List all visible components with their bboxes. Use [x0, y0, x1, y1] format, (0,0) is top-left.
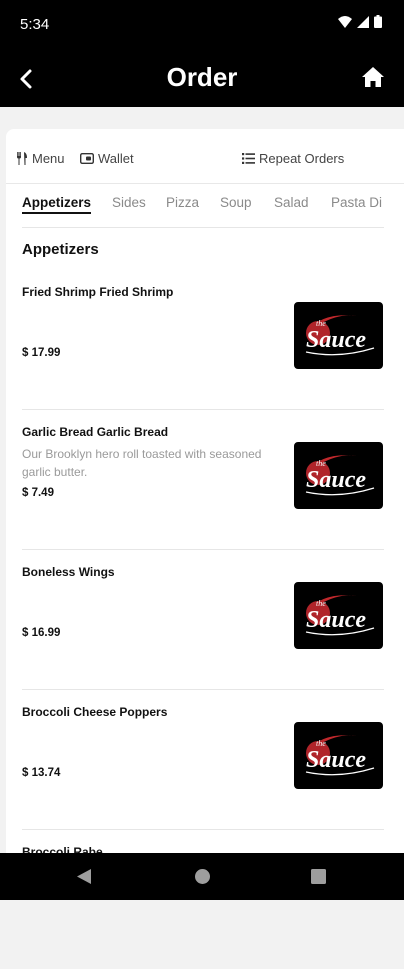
page-title: Order: [166, 62, 238, 92]
item-price: $ 16.99: [22, 627, 61, 639]
nav-recents-icon[interactable]: [311, 869, 326, 884]
logo-text: Sauce: [306, 747, 366, 773]
status-bar: 5:34: [0, 0, 404, 50]
item-price: $ 13.74: [22, 767, 61, 779]
sauce-logo: the Sauce: [305, 735, 375, 776]
menu-link-label: Menu: [32, 151, 65, 166]
menu-item[interactable]: Fried Shrimp Fried Shrimp $ 17.99 the Sa…: [22, 269, 384, 410]
repeat-orders-label: Repeat Orders: [259, 151, 345, 166]
tab-sides[interactable]: Sides: [112, 195, 146, 210]
item-name: Broccoli Cheese Poppers: [22, 705, 168, 719]
wallet-link-label: Wallet: [98, 151, 134, 166]
list-icon: [242, 153, 255, 164]
fork-knife-icon: [17, 152, 27, 165]
logo-text: Sauce: [306, 327, 366, 353]
tab-pasta[interactable]: Pasta Di: [331, 195, 382, 210]
tab-soup[interactable]: Soup: [220, 195, 252, 210]
quick-nav: Menu Wallet Repeat Orders: [6, 129, 404, 184]
item-description: Our Brooklyn hero roll toasted with seas…: [22, 447, 262, 479]
tabs-divider: [22, 227, 384, 228]
logo-text: Sauce: [306, 467, 366, 493]
content-area: Menu Wallet Repeat Orders Appetizers Sid…: [0, 107, 404, 859]
nav-back-icon[interactable]: [76, 868, 92, 885]
item-image: the Sauce: [294, 302, 383, 369]
nav-home-icon[interactable]: [194, 868, 211, 885]
menu-item[interactable]: Broccoli Cheese Poppers $ 13.74 the Sauc…: [22, 689, 384, 830]
repeat-orders-link[interactable]: Repeat Orders: [242, 151, 344, 166]
sauce-logo: the Sauce: [305, 455, 375, 496]
status-icons: [338, 15, 382, 28]
item-name: Fried Shrimp Fried Shrimp: [22, 285, 174, 299]
item-name: Garlic Bread Garlic Bread: [22, 425, 169, 439]
menu-link[interactable]: Menu: [16, 151, 65, 166]
item-image: the Sauce: [294, 442, 383, 509]
wallet-link[interactable]: Wallet: [80, 151, 134, 166]
tab-salad[interactable]: Salad: [274, 195, 309, 210]
item-price: $ 7.49: [22, 487, 54, 499]
tab-appetizers[interactable]: Appetizers: [22, 195, 92, 214]
wallet-icon: [80, 153, 94, 164]
status-time: 5:34: [20, 16, 50, 33]
menu-item[interactable]: Boneless Wings $ 16.99 the Sauce: [22, 549, 384, 690]
item-image: the Sauce: [294, 582, 383, 649]
menu-card: Menu Wallet Repeat Orders Appetizers Sid…: [6, 129, 404, 859]
item-name: Boneless Wings: [22, 565, 115, 579]
app-bar: Order: [0, 50, 404, 107]
home-icon[interactable]: [360, 64, 386, 90]
wifi-icon: [338, 15, 352, 28]
battery-icon: [374, 15, 382, 28]
signal-icon: [357, 15, 369, 28]
category-tabs: Appetizers Sides Pizza Soup Salad Pasta …: [6, 191, 404, 221]
menu-item[interactable]: Garlic Bread Garlic Bread Our Brooklyn h…: [22, 409, 384, 550]
tab-pizza[interactable]: Pizza: [166, 195, 199, 210]
system-nav-bar: [0, 853, 404, 900]
sauce-logo: the Sauce: [305, 315, 375, 356]
section-title: Appetizers: [22, 241, 99, 258]
item-price: $ 17.99: [22, 347, 61, 359]
item-image: the Sauce: [294, 722, 383, 789]
logo-text: Sauce: [306, 607, 366, 633]
sauce-logo: the Sauce: [305, 595, 375, 636]
